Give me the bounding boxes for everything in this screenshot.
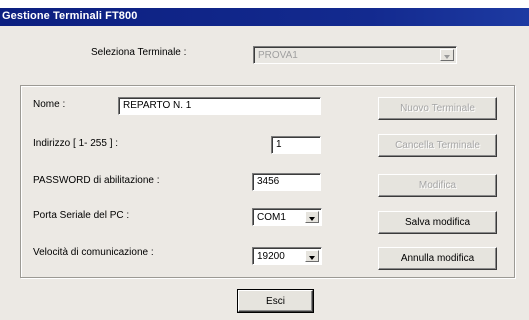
- window-title: Gestione Terminali FT800: [2, 10, 138, 22]
- chevron-down-icon[interactable]: [305, 211, 319, 223]
- modifica-button[interactable]: Modifica: [378, 174, 497, 197]
- porta-label: Porta Seriale del PC :: [33, 210, 130, 221]
- nuovo-terminale-button[interactable]: Nuovo Terminale: [378, 97, 497, 120]
- title-bar: Gestione Terminali FT800: [0, 0, 529, 26]
- select-terminal-label: Seleziona Terminale :: [91, 47, 187, 58]
- select-terminal-combo: PROVA1: [253, 46, 457, 64]
- velocita-combo[interactable]: 19200: [252, 247, 322, 265]
- annulla-modifica-button[interactable]: Annulla modifica: [378, 247, 497, 270]
- indirizzo-label: Indirizzo [ 1- 255 ] :: [33, 138, 119, 149]
- nome-field[interactable]: REPARTO N. 1: [118, 97, 321, 115]
- select-terminal-value: PROVA1: [258, 50, 298, 61]
- porta-value: COM1: [257, 212, 286, 223]
- velocita-value: 19200: [257, 251, 285, 262]
- esci-button[interactable]: Esci: [237, 289, 314, 313]
- password-label: PASSWORD di abilitazione :: [33, 175, 160, 186]
- nome-label: Nome :: [33, 99, 66, 110]
- salva-modifica-button[interactable]: Salva modifica: [378, 211, 497, 234]
- indirizzo-field[interactable]: 1: [271, 136, 321, 154]
- velocita-label: Velocità di comunicazione :: [33, 247, 154, 258]
- porta-combo[interactable]: COM1: [252, 208, 322, 226]
- password-field[interactable]: 3456: [252, 173, 321, 191]
- chevron-down-icon[interactable]: [305, 250, 319, 262]
- chevron-down-icon: [440, 49, 454, 61]
- cancella-terminale-button[interactable]: Cancella Terminale: [378, 134, 497, 157]
